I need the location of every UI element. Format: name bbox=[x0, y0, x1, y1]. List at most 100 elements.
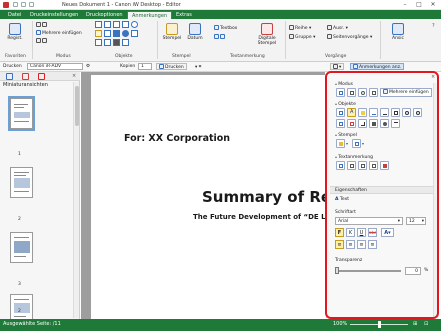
text-format-button[interactable] bbox=[214, 34, 226, 40]
text-format-icon bbox=[214, 34, 219, 39]
undo-icon[interactable] bbox=[21, 2, 26, 7]
rectangle-tool-icon[interactable] bbox=[122, 21, 129, 28]
star-icon bbox=[9, 23, 21, 35]
highlighter-tool-icon[interactable] bbox=[95, 30, 102, 37]
date-stamp-button[interactable]: Datum bbox=[185, 23, 205, 41]
scrollbar-thumb[interactable] bbox=[75, 86, 79, 126]
fit-width-icon[interactable]: ⊡ bbox=[424, 321, 428, 327]
panel-close-icon[interactable]: × bbox=[72, 73, 76, 79]
minimize-button[interactable]: – bbox=[398, 1, 412, 9]
align-button[interactable]: Ausr. ▾ bbox=[327, 25, 348, 31]
copies-label: Kopien bbox=[120, 64, 136, 69]
hand-icon bbox=[42, 22, 47, 27]
group-button[interactable]: Gruppe ▾ bbox=[289, 34, 315, 40]
window-title: Neues Dokument 1 - Canon iW Desktop - Ed… bbox=[62, 2, 181, 8]
text-tool-icon[interactable] bbox=[95, 21, 102, 28]
pen-tool-icon[interactable] bbox=[104, 21, 111, 28]
objects-gallery bbox=[95, 21, 155, 51]
page-operations-icon bbox=[327, 34, 332, 39]
thumbnail-number: 2 bbox=[18, 309, 21, 314]
redo-icon[interactable] bbox=[29, 2, 34, 7]
zoom-icon bbox=[333, 64, 338, 69]
ribbon-tab-bar: Datei Druckeinstellungen Druckoptionen A… bbox=[0, 10, 441, 19]
textbox-icon bbox=[214, 25, 219, 30]
order-button[interactable]: Reihe ▾ bbox=[289, 25, 311, 31]
app-icon bbox=[3, 2, 9, 8]
document-subtitle: The Future Development of “DE LA C bbox=[193, 213, 339, 221]
stamp-icon bbox=[166, 23, 178, 35]
filled-ellipse-icon[interactable] bbox=[122, 30, 129, 37]
group-label-modus: Modus bbox=[56, 54, 71, 59]
zoom-level: 100% bbox=[333, 321, 348, 327]
print-label: Drucken bbox=[3, 64, 22, 69]
annotations-tab-icon[interactable] bbox=[38, 73, 45, 80]
annotations-icon bbox=[353, 64, 358, 69]
thumbnail-scrollbar[interactable] bbox=[73, 82, 79, 318]
print-button[interactable]: Drucken bbox=[156, 63, 187, 70]
calendar-icon bbox=[189, 23, 201, 35]
select-mode-button[interactable] bbox=[36, 22, 48, 28]
multi-insert-icon bbox=[36, 30, 41, 35]
register-favorite-button[interactable]: Regist. bbox=[4, 23, 26, 41]
textbox-button[interactable]: Textbox bbox=[214, 25, 237, 31]
highlight-frame bbox=[325, 71, 439, 319]
printer-select[interactable]: Canon iR-ADV bbox=[27, 63, 83, 70]
arrow-tool-icon[interactable] bbox=[104, 30, 111, 37]
maximize-button[interactable]: □ bbox=[412, 1, 426, 9]
order-icon bbox=[289, 25, 294, 30]
close-window-button[interactable]: ✕ bbox=[426, 1, 440, 9]
fit-page-icon[interactable]: ⊞ bbox=[413, 321, 417, 327]
polygon-tool-icon[interactable] bbox=[131, 30, 138, 37]
status-selected-page: Ausgewählte Seite: /11 bbox=[3, 321, 61, 327]
zoom-mode-button[interactable] bbox=[36, 38, 48, 44]
document-view: For: XX Corporation Summary of Rese The … bbox=[81, 72, 350, 319]
print-options-icon[interactable]: ▾ ⌗ bbox=[195, 64, 201, 70]
tab-extras[interactable]: Extras bbox=[172, 11, 196, 19]
line-tool-icon[interactable] bbox=[113, 21, 120, 28]
document-for-line: For: XX Corporation bbox=[124, 133, 231, 144]
copies-input[interactable]: 1 bbox=[138, 63, 152, 70]
tab-druckoptionen[interactable]: Druckoptionen bbox=[82, 11, 127, 19]
printer-settings-icon[interactable]: ⚙ bbox=[86, 64, 90, 69]
multi-insert-button[interactable]: Mehrere einfügen bbox=[36, 30, 82, 36]
page-thumbnail[interactable] bbox=[10, 232, 33, 263]
bookmarks-tab-icon[interactable] bbox=[22, 73, 29, 80]
document-page[interactable]: For: XX Corporation Summary of Rese The … bbox=[91, 75, 350, 319]
cursor-icon bbox=[36, 22, 41, 27]
zoom-slider-knob[interactable] bbox=[378, 321, 381, 328]
view-icon bbox=[392, 23, 404, 35]
filled-shape-icon[interactable] bbox=[113, 39, 120, 46]
digital-stamp-icon bbox=[261, 23, 273, 35]
link-tool-icon[interactable] bbox=[95, 39, 102, 46]
thumbnails-tab-icon[interactable] bbox=[6, 73, 13, 80]
tab-anmerkungen[interactable]: Anmerkungen bbox=[127, 11, 173, 19]
zoom-combo[interactable]: ▾ bbox=[330, 63, 345, 70]
image-tool-icon[interactable] bbox=[104, 39, 111, 46]
group-label-objekte: Objekte bbox=[115, 54, 133, 59]
page-thumbnail[interactable] bbox=[8, 96, 35, 131]
panel-tabs: × bbox=[0, 72, 80, 81]
thumbnail-number: 1 bbox=[18, 152, 21, 157]
view-button[interactable]: Ansic bbox=[386, 23, 410, 41]
ribbon: Regist. Favoriten Mehrere einfügen Modus… bbox=[0, 19, 441, 62]
help-icon[interactable]: ? bbox=[432, 23, 435, 29]
polyline-tool-icon[interactable] bbox=[122, 39, 129, 46]
crop-icon bbox=[42, 38, 47, 43]
title-bar: Neues Dokument 1 - Canon iW Desktop - Ed… bbox=[0, 0, 441, 10]
page-thumbnail[interactable] bbox=[10, 167, 33, 198]
printer-icon bbox=[159, 64, 164, 69]
group-icon bbox=[289, 34, 294, 39]
group-label-favoriten: Favoriten bbox=[5, 54, 26, 59]
save-icon[interactable] bbox=[13, 2, 18, 7]
ellipse-tool-icon[interactable] bbox=[131, 21, 138, 28]
tab-datei[interactable]: Datei bbox=[4, 11, 25, 19]
stamp-button[interactable]: Stempel bbox=[161, 23, 183, 41]
digital-stamp-button[interactable]: Digitale Stempel bbox=[252, 23, 282, 46]
group-label-stempel: Stempel bbox=[172, 54, 191, 59]
show-annotations-button[interactable]: Anmerkungen anz. bbox=[350, 63, 405, 70]
page-operations-button[interactable]: Seitenvorgänge ▾ bbox=[327, 34, 372, 40]
tab-druckeinstellungen[interactable]: Druckeinstellungen bbox=[26, 11, 82, 19]
group-separator bbox=[285, 21, 286, 59]
filled-rectangle-icon[interactable] bbox=[113, 30, 120, 37]
thumbnail-number: 3 bbox=[18, 282, 21, 287]
